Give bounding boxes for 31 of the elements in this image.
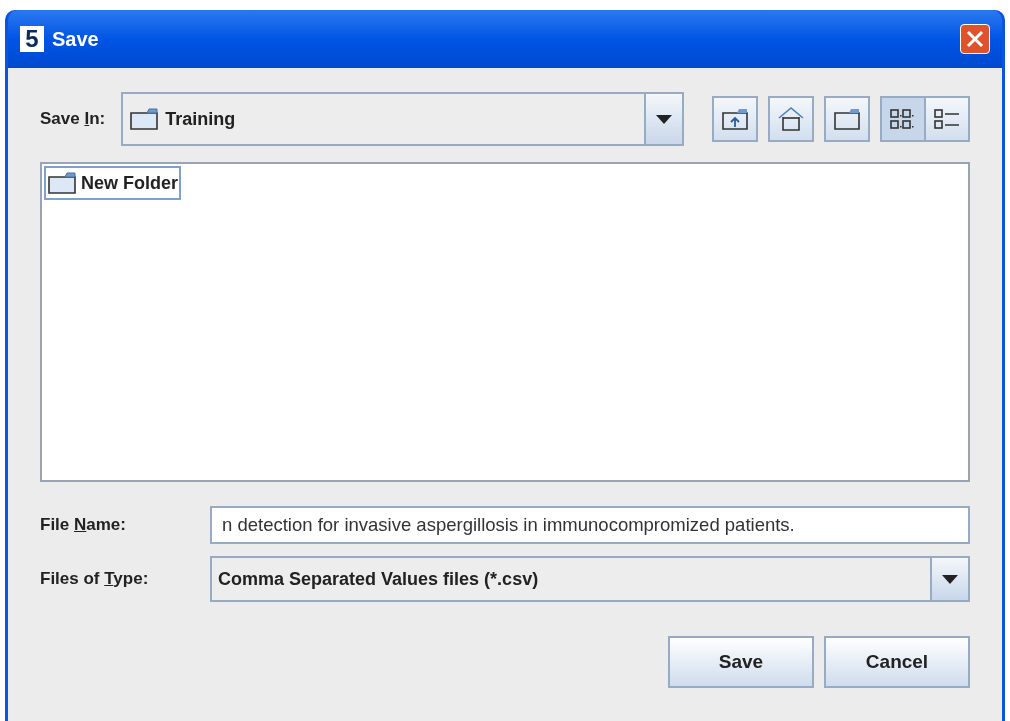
details-button[interactable] [924,96,970,142]
folder-icon [47,171,77,195]
folder-icon [129,107,160,131]
dropdown-arrow-button[interactable] [644,94,682,144]
save-in-label: Save In: [40,108,106,131]
close-icon [966,30,984,48]
save-in-dropdown[interactable]: Training [121,92,684,146]
new-folder-icon [833,107,861,131]
close-button[interactable] [960,24,990,54]
home-button[interactable] [768,96,814,142]
save-in-value: Training [165,107,236,131]
cancel-button[interactable]: Cancel [824,636,970,688]
caret-icon [656,114,672,124]
dropdown-arrow-button[interactable] [930,558,968,600]
window-title: Save [52,27,99,52]
details-view-icon [933,107,961,131]
file-type-dropdown[interactable]: Comma Separated Values files (*.csv) [210,556,970,602]
home-icon [777,106,805,132]
file-type-value: Comma Separated Values files (*.csv) [217,567,540,591]
file-list-item[interactable]: New Folder [44,166,181,200]
list-button[interactable] [880,96,926,142]
caret-icon [942,574,958,584]
file-name-label: File Name: [40,515,126,535]
new-folder-button[interactable] [824,96,870,142]
file-type-label: Files of Type: [40,569,149,589]
save-button[interactable]: Save [668,636,814,688]
list-view-icon [889,107,917,131]
app-logo-icon: 5 [20,26,44,52]
up-button[interactable] [712,96,758,142]
file-name-field[interactable]: n detection for invasive aspergillosis in immunocompromized patients. [210,506,970,544]
up-folder-icon [721,107,749,131]
